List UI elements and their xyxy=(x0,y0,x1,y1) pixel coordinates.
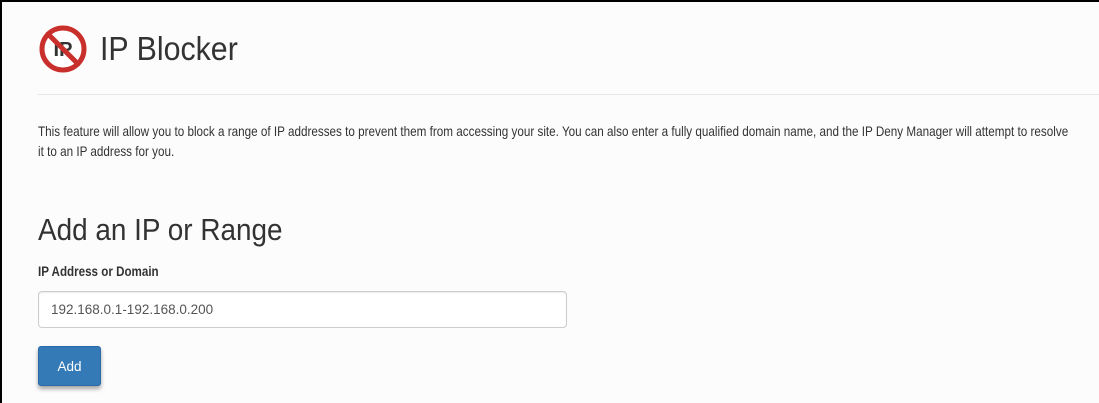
add-section-title: Add an IP or Range xyxy=(38,212,283,247)
ip-address-input[interactable] xyxy=(38,291,567,328)
page-header: IP IP Blocker xyxy=(38,24,250,74)
ip-blocker-icon: IP xyxy=(39,25,87,73)
page-frame: IP IP Blocker This feature will allow yo… xyxy=(0,0,1099,403)
feature-description: This feature will allow you to block a r… xyxy=(38,124,1069,159)
add-button[interactable]: Add xyxy=(38,346,101,386)
header-divider xyxy=(38,94,1099,95)
page-title: IP Blocker xyxy=(100,30,238,67)
ip-address-label: IP Address or Domain xyxy=(38,264,159,279)
